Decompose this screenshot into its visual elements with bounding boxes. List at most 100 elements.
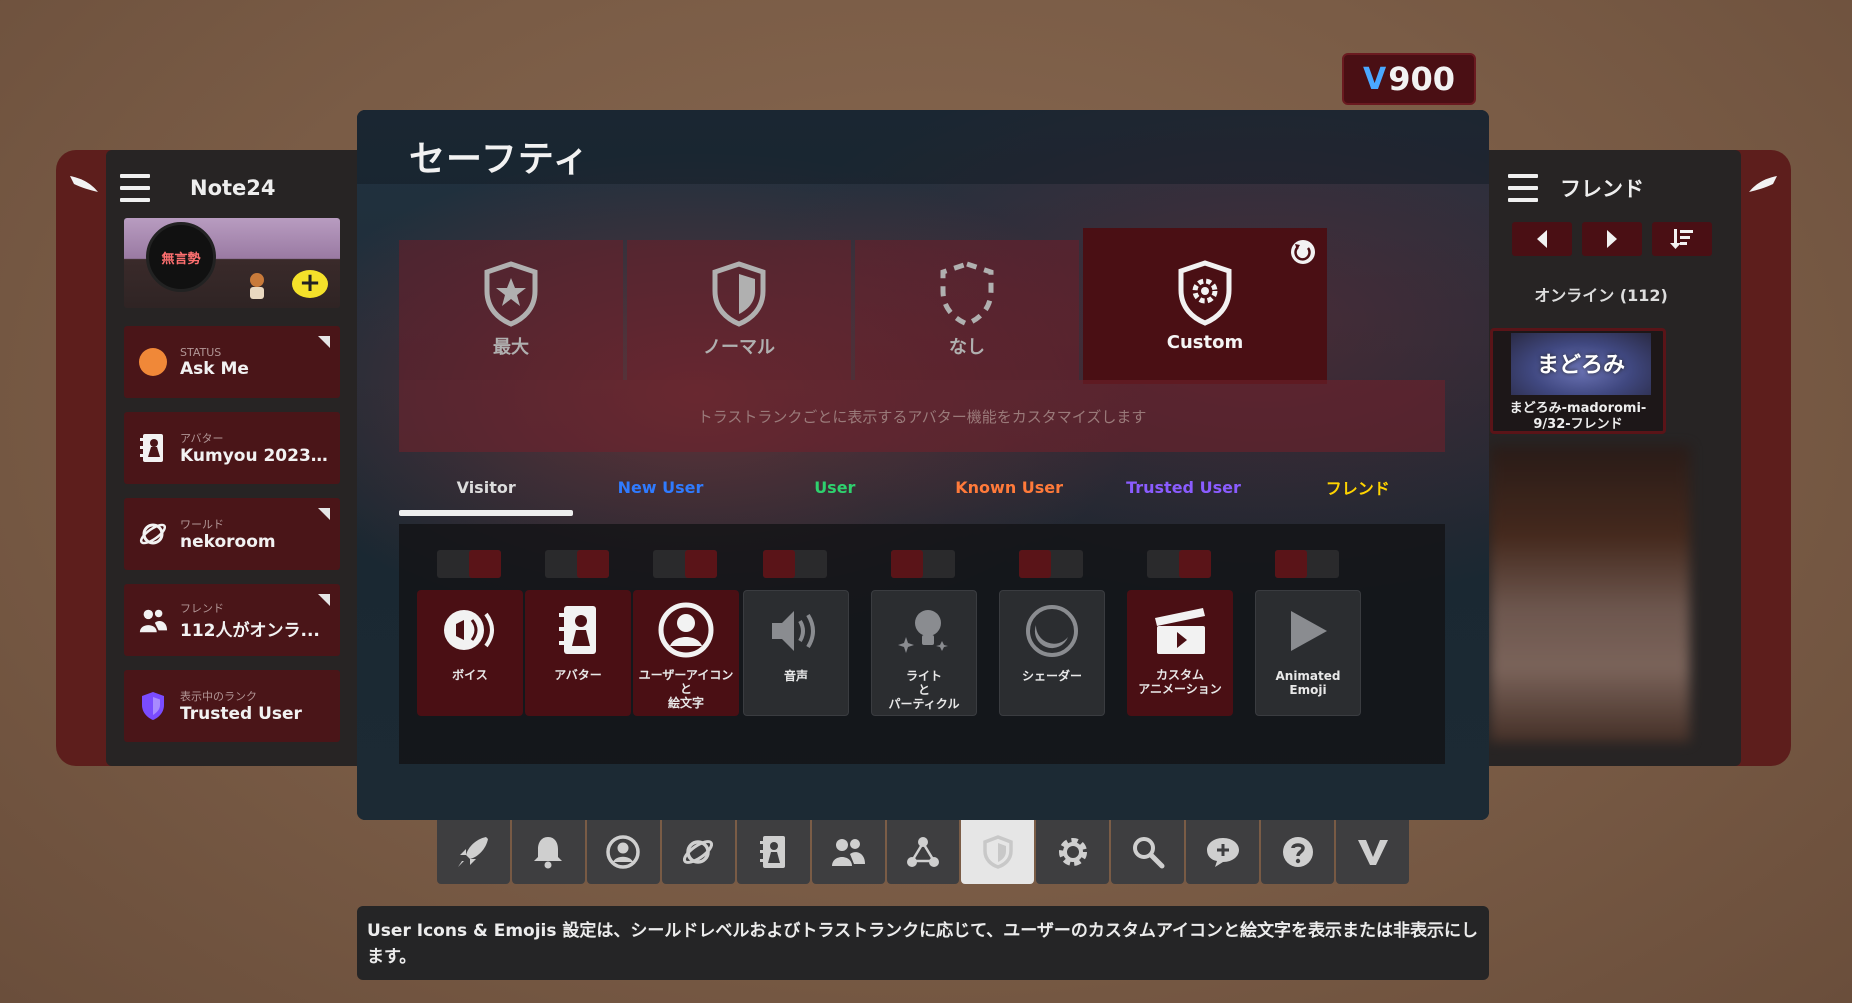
avatar: 無言勢 [146,222,216,292]
bell-icon [534,837,563,869]
perm-voice-button[interactable]: ボイス [417,590,523,716]
dock-search-button[interactable] [1111,820,1185,884]
perm-audio-label: 音声 [783,669,808,683]
add-status-button[interactable]: + [292,270,328,298]
online-count: オンライン (112) [1534,286,1668,305]
credits-amount: 900 [1388,60,1455,98]
avatar-book-icon [559,606,596,654]
tab-known-user[interactable]: Known User [922,458,1096,516]
wing-icon[interactable] [68,172,100,196]
menu-corner-icon [318,594,330,606]
rank-value: Trusted User [180,704,302,724]
reset-icon[interactable] [1289,238,1317,266]
credits-badge[interactable]: V 900 [1342,53,1476,105]
shield-dashed-icon [940,261,994,327]
perm-animation-toggle[interactable] [1147,550,1211,578]
level-max-label: 最大 [493,337,529,358]
status-dot-icon [139,348,167,376]
dock-worlds-button[interactable] [661,820,735,884]
tab-user[interactable]: User [748,458,922,516]
vrc-credit-icon: V [1362,61,1387,97]
perm-animated-emoji-label: Animated Emoji [1275,669,1341,697]
left-panel: Note24 無言勢 + STATUS Ask Me アバター Kumyou 2… [56,150,376,766]
perm-audio-button[interactable]: 音声 [743,590,849,716]
perm-avatar-toggle[interactable] [545,550,609,578]
planet-icon [683,840,714,864]
level-none-button[interactable]: なし [855,240,1079,380]
perm-animated-emoji-button[interactable]: Animated Emoji [1255,590,1361,716]
perm-voice-toggle[interactable] [437,550,501,578]
left-panel-header: Note24 [120,170,276,206]
perm-user-icons-toggle[interactable] [653,550,717,578]
dock-safety-button[interactable] [961,820,1035,884]
shader-icon [1026,605,1078,657]
tab-friend[interactable]: フレンド [1271,458,1445,516]
planet-icon [139,523,167,545]
rank-label: 表示中のランク [180,690,257,703]
right-panel-header: フレンド [1508,170,1644,206]
friends-label: フレンド [180,601,224,615]
light-particle-icon [898,610,948,653]
dock-avatars-button[interactable] [736,820,810,884]
avatar-card[interactable]: アバター Kumyou 2023-... [124,412,340,484]
perm-lights-button[interactable]: ライト と パーティクル [871,590,977,716]
shield-star-icon [484,261,538,327]
perm-shader-button[interactable]: シェーダー [999,590,1105,716]
left-panel-body: Note24 無言勢 + STATUS Ask Me アバター Kumyou 2… [106,150,376,766]
tab-visitor[interactable]: Visitor [399,458,574,516]
perm-lights-toggle[interactable] [891,550,955,578]
menu-icon[interactable] [1508,174,1538,202]
perm-user-icons-button[interactable]: ユーザーアイコン と 絵文字 [633,590,739,716]
wing-icon[interactable] [1747,172,1779,196]
menu-icon[interactable] [120,174,150,202]
chat-icon [1206,838,1239,867]
world-card[interactable]: ワールド nekoroom [124,498,340,570]
friend-name: まどろみ-madoromi- 9/32-フレンド [1493,401,1663,432]
dock-chat-button[interactable] [1186,820,1260,884]
level-custom-button[interactable]: Custom [1083,228,1327,384]
dock-vrchat-button[interactable] [1336,820,1409,884]
sort-button[interactable] [1652,222,1712,256]
perm-animation-button[interactable]: カスタム アニメーション [1127,590,1233,716]
friends-card[interactable]: フレンド 112人がオンラ... [124,584,340,656]
profile-icon [606,835,641,869]
tab-trusted-user[interactable]: Trusted User [1096,458,1270,516]
perm-audio-toggle[interactable] [763,550,827,578]
safety-dialog: セーフティ 最大 ノーマル なし Custom トラストランクごとに表示するアバ… [357,110,1489,820]
friends-icon [139,609,168,633]
perm-shader-toggle[interactable] [1019,550,1083,578]
shield-icon [712,261,766,327]
quick-menu-dock [437,820,1409,884]
world-value: nekoroom [180,532,276,552]
dock-groups-button[interactable] [886,820,960,884]
perm-animated-emoji-toggle[interactable] [1275,550,1339,578]
level-max-button[interactable]: 最大 [399,240,623,380]
dock-settings-button[interactable] [1036,820,1110,884]
network-icon [906,837,939,867]
user-icon [658,602,714,658]
friend-name-line2: 9/32-フレンド [1533,417,1623,432]
chevron-right-icon [1607,230,1617,248]
profile-card[interactable]: 無言勢 + [124,218,340,308]
perm-lights-label: ライト と パーティクル [888,669,960,711]
perm-user-icons-label: ユーザーアイコン と 絵文字 [638,668,734,710]
friend-thumbnail: まどろみ [1511,333,1651,395]
level-normal-button[interactable]: ノーマル [627,240,851,380]
status-card[interactable]: STATUS Ask Me [124,326,340,398]
perm-voice-label: ボイス [452,668,488,682]
trust-rank-tabs: Visitor New User User Known User Trusted… [399,458,1445,516]
tab-new-user[interactable]: New User [573,458,747,516]
dock-profile-button[interactable] [586,820,660,884]
rank-card[interactable]: 表示中のランク Trusted User [124,670,340,742]
dock-social-button[interactable] [811,820,885,884]
friend-card[interactable]: まどろみ まどろみ-madoromi- 9/32-フレンド [1490,328,1666,434]
prev-page-button[interactable] [1512,222,1572,256]
next-page-button[interactable] [1582,222,1642,256]
dock-launch-button[interactable] [437,820,510,884]
dock-help-button[interactable] [1261,820,1335,884]
help-tooltip: User Icons & Emojis 設定は、シールドレベルおよびトラストラン… [357,906,1489,980]
shield-levels: 最大 ノーマル なし Custom トラストランクごとに表示するアバター機能をカ… [399,228,1445,452]
avatar-label: アバター [180,432,224,445]
perm-avatar-button[interactable]: アバター [525,590,631,716]
dock-notifications-button[interactable] [511,820,585,884]
